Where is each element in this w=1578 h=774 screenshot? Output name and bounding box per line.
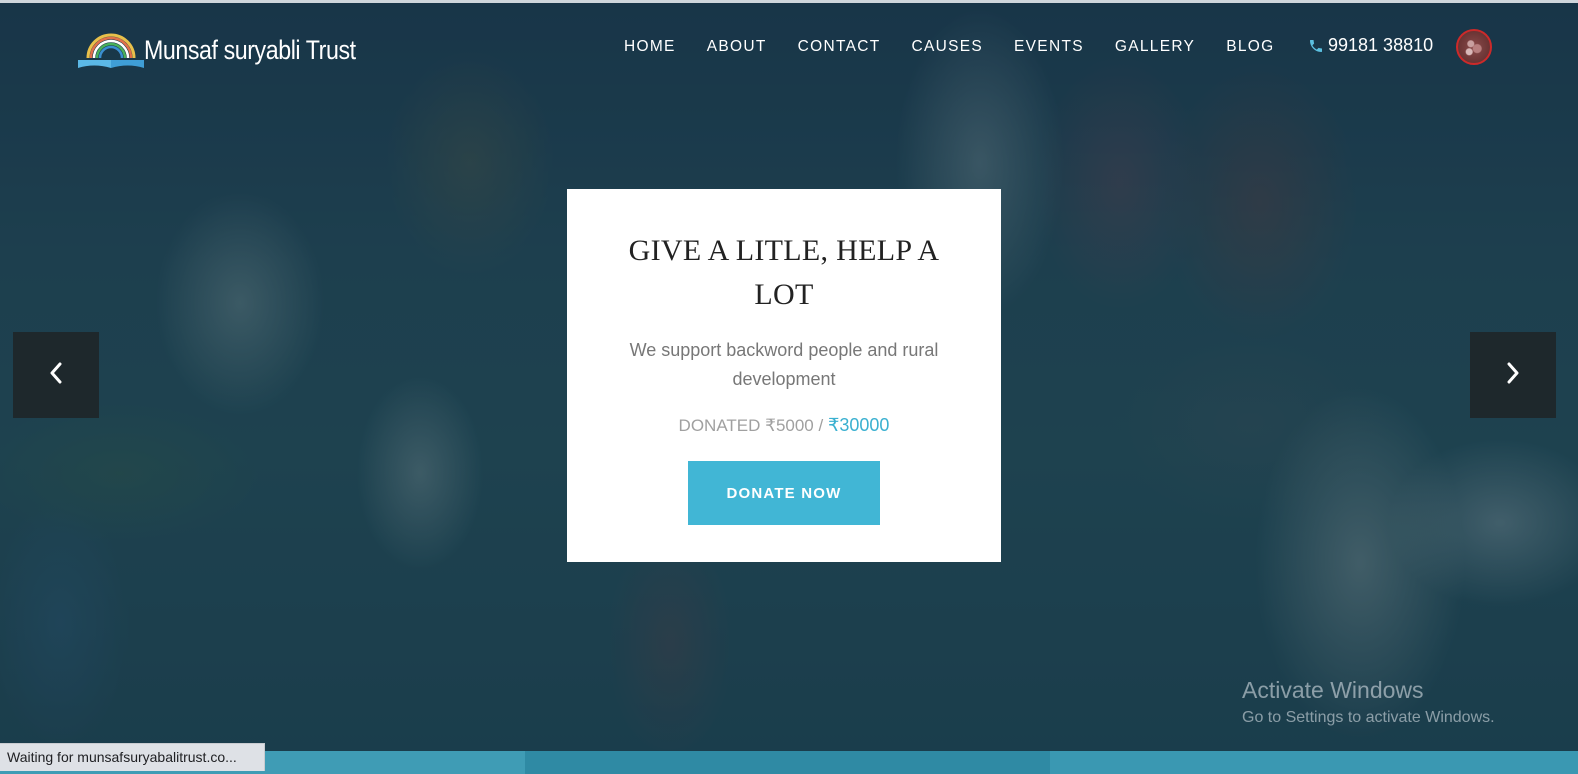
nav-contact[interactable]: CONTACT: [798, 38, 881, 56]
donation-progress: DONATED ₹5000 / ₹30000: [567, 415, 1001, 436]
nav-gallery[interactable]: GALLERY: [1115, 38, 1195, 56]
donation-goal: ₹30000: [827, 415, 890, 435]
phone-number: 99181 38810: [1328, 35, 1434, 55]
strip-segment: [525, 751, 1050, 774]
slider-next-button[interactable]: [1470, 332, 1556, 418]
windows-activation-watermark: Activate Windows Go to Settings to activ…: [1242, 676, 1495, 730]
donated-amount: DONATED ₹5000 /: [678, 416, 828, 435]
slider-prev-button[interactable]: [13, 332, 99, 418]
browser-status-bar: Waiting for munsafsuryabalitrust.co...: [0, 743, 265, 771]
watermark-subtitle: Go to Settings to activate Windows.: [1242, 709, 1495, 726]
page: Munsaf suryabli Trust HOME ABOUT CONTACT…: [0, 0, 1578, 774]
main-nav: HOME ABOUT CONTACT CAUSES EVENTS GALLERY…: [624, 38, 1305, 56]
rising-sun-book-icon: [76, 30, 146, 70]
chevron-right-icon: [1504, 360, 1522, 391]
hero-title: GIVE A LITLE, HELP A LOT: [628, 234, 940, 311]
nav-causes[interactable]: CAUSES: [911, 38, 983, 56]
nav-events[interactable]: EVENTS: [1014, 38, 1084, 56]
strip-segment: [1050, 751, 1578, 774]
nav-home[interactable]: HOME: [624, 38, 676, 56]
hero-subtitle: We support backword people and rural dev…: [629, 340, 939, 389]
phone-link[interactable]: 99181 38810: [1308, 35, 1433, 56]
chevron-left-icon: [47, 360, 65, 391]
phone-icon: [1308, 38, 1324, 54]
nav-about[interactable]: ABOUT: [707, 38, 767, 56]
site-logo[interactable]: Munsaf suryabli Trust: [76, 28, 390, 72]
donation-card: GIVE A LITLE, HELP A LOT We support back…: [567, 189, 1001, 562]
avatar[interactable]: [1456, 29, 1492, 65]
nav-blog[interactable]: BLOG: [1226, 38, 1274, 56]
donate-now-button[interactable]: DONATE NOW: [688, 461, 880, 525]
logo-text: Munsaf suryabli Trust: [144, 34, 356, 65]
watermark-title: Activate Windows: [1242, 677, 1424, 703]
